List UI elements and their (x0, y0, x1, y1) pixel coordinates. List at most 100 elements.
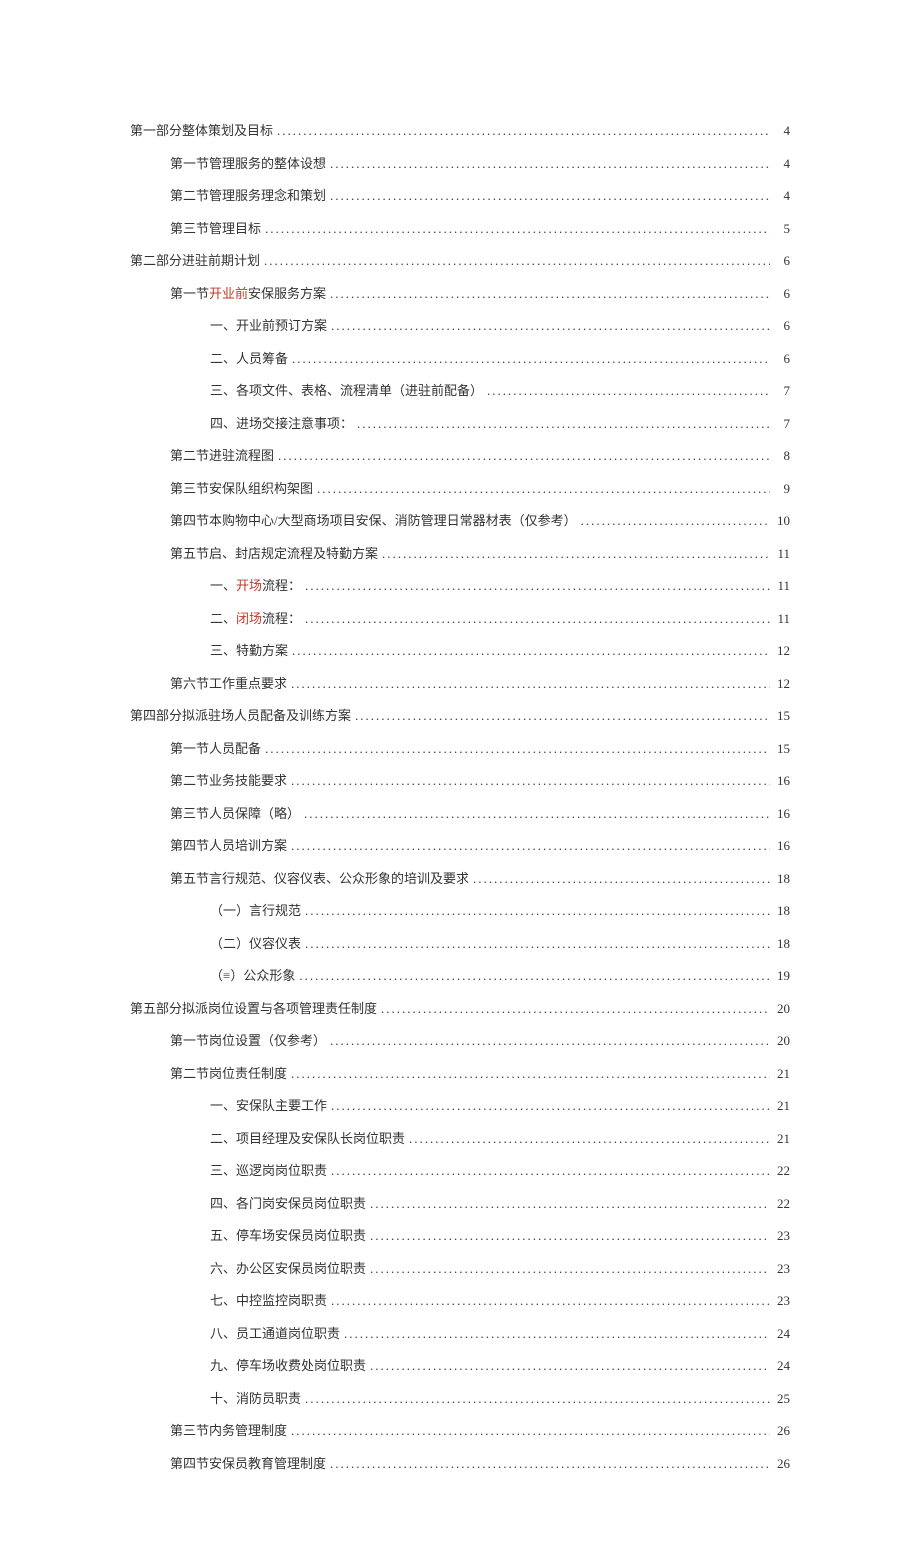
toc-entry[interactable]: 七、中控监控岗职责23 (130, 1290, 790, 1309)
toc-dot-leader (260, 253, 770, 269)
toc-entry[interactable]: 第二部分进驻前期计划6 (130, 250, 790, 269)
toc-entry-label: 四、进场交接注意事项： (210, 413, 353, 432)
toc-entry[interactable]: 第三节内务管理制度26 (130, 1420, 790, 1439)
toc-page-number: 15 (770, 708, 790, 724)
toc-entry[interactable]: 三、巡逻岗岗位职责22 (130, 1160, 790, 1179)
toc-dot-leader (577, 513, 770, 529)
toc-entry[interactable]: 五、停车场安保员岗位职责23 (130, 1225, 790, 1244)
toc-entry-label: 四、各门岗安保员岗位职责 (210, 1193, 366, 1212)
toc-dot-leader (301, 578, 770, 594)
toc-entry-label: （二）仪容仪表 (210, 933, 301, 952)
toc-entry[interactable]: 九、停车场收费处岗位职责24 (130, 1355, 790, 1374)
toc-page-number: 9 (770, 481, 790, 497)
toc-entry-label: 第五节言行规范、仪容仪表、公众形象的培训及要求 (170, 868, 469, 887)
toc-page-number: 12 (770, 643, 790, 659)
toc-dot-leader (327, 1098, 770, 1114)
toc-entry-label: 第四节人员培训方案 (170, 835, 287, 854)
toc-page-number: 18 (770, 936, 790, 952)
toc-entry[interactable]: 第三节安保队组织构架图9 (130, 478, 790, 497)
toc-page-number: 23 (770, 1261, 790, 1277)
toc-dot-leader (366, 1196, 770, 1212)
toc-entry-label: 第五节启、封店规定流程及特勤方案 (170, 543, 378, 562)
toc-entry-label: 六、办公区安保员岗位职责 (210, 1258, 366, 1277)
toc-page-number: 6 (770, 351, 790, 367)
toc-dot-leader (326, 188, 770, 204)
toc-entry[interactable]: 第二节进驻流程图8 (130, 445, 790, 464)
toc-entry[interactable]: 第四节安保员教育管理制度26 (130, 1453, 790, 1472)
toc-entry[interactable]: 六、办公区安保员岗位职责 23 (130, 1258, 790, 1277)
toc-entry[interactable]: 第五部分拟派岗位设置与各项管理责任制度20 (130, 998, 790, 1017)
toc-dot-leader (287, 773, 770, 789)
toc-dot-leader (287, 1066, 770, 1082)
toc-entry[interactable]: 第四部分拟派驻场人员配备及训练方案15 (130, 705, 790, 724)
toc-entry[interactable]: 一、开业前预订方案6 (130, 315, 790, 334)
toc-dot-leader (273, 123, 770, 139)
toc-entry-label: 第二节管理服务理念和策划 (170, 185, 326, 204)
toc-entry[interactable]: 第六节工作重点要求12 (130, 673, 790, 692)
toc-entry[interactable]: 第三节管理目标5 (130, 218, 790, 237)
toc-page-number: 7 (770, 383, 790, 399)
toc-page-number: 4 (770, 156, 790, 172)
toc-entry[interactable]: 三、特勤方案12 (130, 640, 790, 659)
toc-entry[interactable]: 四、各门岗安保员岗位职责22 (130, 1193, 790, 1212)
toc-entry[interactable]: 第一节开业前安保服务方案6 (130, 283, 790, 302)
toc-page-number: 24 (770, 1326, 790, 1342)
toc-entry[interactable]: （一）言行规范18 (130, 900, 790, 919)
toc-entry-label: 三、各项文件、表格、流程清单（进驻前配备） (210, 380, 483, 399)
toc-entry[interactable]: 三、各项文件、表格、流程清单（进驻前配备） 7 (130, 380, 790, 399)
toc-entry[interactable]: （二）仪容仪表 18 (130, 933, 790, 952)
toc-dot-leader (326, 156, 770, 172)
toc-entry-label: 七、中控监控岗职责 (210, 1290, 327, 1309)
toc-entry[interactable]: 第一节管理服务的整体设想4 (130, 153, 790, 172)
toc-entry-label: 三、巡逻岗岗位职责 (210, 1160, 327, 1179)
toc-entry[interactable]: 第二节岗位责任制度 21 (130, 1063, 790, 1082)
toc-entry-label: 第二节业务技能要求 (170, 770, 287, 789)
toc-entry-label: 第一部分整体策划及目标 (130, 120, 273, 139)
toc-entry[interactable]: 第五节启、封店规定流程及特勤方案11 (130, 543, 790, 562)
toc-entry[interactable]: 第四节人员培训方案 16 (130, 835, 790, 854)
toc-entry[interactable]: 第一节岗位设置（仅参考）20 (130, 1030, 790, 1049)
toc-entry[interactable]: 十、消防员职责25 (130, 1388, 790, 1407)
toc-dot-leader (366, 1228, 770, 1244)
toc-entry-label: 第三节内务管理制度 (170, 1420, 287, 1439)
toc-dot-leader (469, 871, 770, 887)
toc-entry[interactable]: 二、闭场流程：11 (130, 608, 790, 627)
toc-page-number: 10 (770, 513, 790, 529)
toc-entry[interactable]: 一、开场流程：11 (130, 575, 790, 594)
toc-entry[interactable]: （≡）公众形象19 (130, 965, 790, 984)
toc-dot-leader (287, 838, 770, 854)
toc-page-number: 16 (770, 773, 790, 789)
toc-entry[interactable]: 第四节本购物中心/大型商场项目安保、消防管理日常器材表（仅参考）10 (130, 510, 790, 529)
toc-entry[interactable]: 第五节言行规范、仪容仪表、公众形象的培训及要求18 (130, 868, 790, 887)
toc-entry[interactable]: 八、员工通道岗位职责24 (130, 1323, 790, 1342)
toc-entry[interactable]: 第二节业务技能要求 16 (130, 770, 790, 789)
toc-entry-label: 第六节工作重点要求 (170, 673, 287, 692)
toc-entry[interactable]: 第三节人员保障（略）16 (130, 803, 790, 822)
toc-entry-label: （一）言行规范 (210, 900, 301, 919)
toc-dot-leader (340, 1326, 770, 1342)
toc-entry-label: 二、项目经理及安保队长岗位职责 (210, 1128, 405, 1147)
toc-entry-label: 第四节安保员教育管理制度 (170, 1453, 326, 1472)
toc-entry[interactable]: 二、项目经理及安保队长岗位职责21 (130, 1128, 790, 1147)
toc-page-number: 6 (770, 318, 790, 334)
toc-entry[interactable]: 第一节人员配备15 (130, 738, 790, 757)
toc-page-number: 16 (770, 806, 790, 822)
toc-dot-leader (327, 1163, 770, 1179)
toc-entry[interactable]: 一、安保队主要工作21 (130, 1095, 790, 1114)
toc-entry[interactable]: 第一部分整体策划及目标4 (130, 120, 790, 139)
toc-page-number: 4 (770, 188, 790, 204)
toc-entry-label: 第一节开业前安保服务方案 (170, 283, 326, 302)
toc-entry-label: 第二节岗位责任制度 (170, 1063, 287, 1082)
toc-dot-leader (301, 936, 770, 952)
toc-entry-label: 二、人员筹备 (210, 348, 288, 367)
toc-entry-label: 二、闭场流程： (210, 608, 301, 627)
toc-entry[interactable]: 四、进场交接注意事项：7 (130, 413, 790, 432)
toc-dot-leader (351, 708, 770, 724)
toc-entry[interactable]: 第二节管理服务理念和策划 4 (130, 185, 790, 204)
toc-dot-leader (326, 1456, 770, 1472)
toc-page-number: 11 (770, 578, 790, 594)
toc-entry-label: 十、消防员职责 (210, 1388, 301, 1407)
toc-page-number: 21 (770, 1066, 790, 1082)
toc-entry[interactable]: 二、人员筹备 6 (130, 348, 790, 367)
toc-page-number: 16 (770, 838, 790, 854)
